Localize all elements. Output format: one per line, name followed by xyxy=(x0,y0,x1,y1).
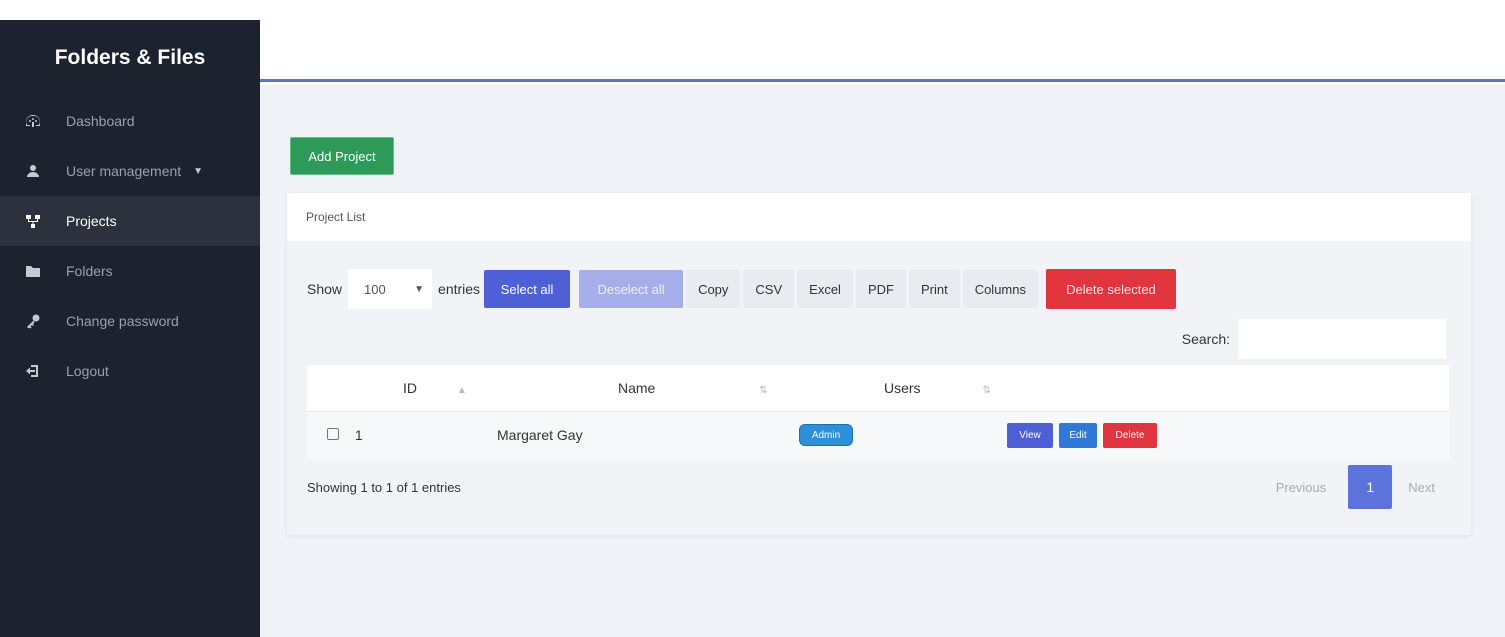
dashboard-icon xyxy=(24,112,42,130)
view-button[interactable]: View xyxy=(1007,422,1053,448)
copy-button[interactable]: Copy xyxy=(686,270,741,308)
sidebar-item-folders[interactable]: Folders xyxy=(0,246,260,296)
pdf-button[interactable]: PDF xyxy=(855,270,906,308)
column-header-name-label: Name xyxy=(618,379,656,396)
select-all-button[interactable]: Select all xyxy=(484,270,571,308)
sidebar: Folders & Files Dashboard User managemen… xyxy=(0,20,260,637)
users-icon xyxy=(24,162,42,180)
row-users: Admin xyxy=(799,410,1019,459)
csv-button[interactable]: CSV xyxy=(743,270,795,308)
sort-icon: ⇅ xyxy=(982,384,991,396)
sidebar-item-logout[interactable]: Logout xyxy=(0,346,260,396)
sidebar-item-dashboard[interactable]: Dashboard xyxy=(0,96,260,146)
actions-column-header xyxy=(1019,365,1449,411)
column-header-users-label: Users xyxy=(884,379,921,396)
show-label: Show xyxy=(307,281,343,297)
row-id: 1 xyxy=(354,427,363,444)
sort-icon: ⇅ xyxy=(759,384,768,396)
sidebar-item-label: Folders xyxy=(66,263,113,279)
sidebar-item-label: Projects xyxy=(66,213,117,229)
column-header-id-label: ID xyxy=(403,379,417,396)
row-select-cell: 1 xyxy=(307,410,403,459)
main-content: Add Project Project List Show 100 ▼ entr… xyxy=(260,85,1505,637)
brand-title: Folders & Files xyxy=(54,46,206,69)
row-actions: View Edit Delete xyxy=(1007,410,1449,459)
columns-button[interactable]: Columns xyxy=(962,270,1038,308)
sidebar-item-user-management[interactable]: User management ▼ xyxy=(0,146,260,196)
table-info: Showing 1 to 1 of 1 entries xyxy=(307,480,461,495)
entries-label: entries xyxy=(438,281,481,297)
chevron-down-icon: ▼ xyxy=(414,283,425,295)
table-toolbar: Show 100 ▼ entries Select all Deselect a… xyxy=(307,269,1176,309)
project-table: ID ▲ Name ⇅ Users ⇅ 1 Margaret Gay Admin… xyxy=(307,365,1449,459)
card-title: Project List xyxy=(287,193,1471,241)
deselect-all-button[interactable]: Deselect all xyxy=(579,270,684,308)
search-input[interactable] xyxy=(1238,319,1446,359)
sidebar-item-projects[interactable]: Projects xyxy=(0,196,260,246)
row-id-spacer xyxy=(403,410,499,459)
search-box: Search: xyxy=(1182,319,1446,359)
column-header-name[interactable]: Name ⇅ xyxy=(499,365,799,411)
select-column-header xyxy=(307,365,403,411)
row-checkbox[interactable] xyxy=(327,428,339,441)
sort-icon: ▲ xyxy=(456,384,467,396)
sidebar-item-label: Dashboard xyxy=(66,113,135,129)
previous-page-link[interactable]: Previous xyxy=(1276,480,1327,495)
sidebar-item-label: User management xyxy=(66,163,182,179)
search-label: Search: xyxy=(1181,331,1230,347)
key-icon xyxy=(24,312,42,330)
table-header-row: ID ▲ Name ⇅ Users ⇅ xyxy=(307,365,1449,411)
logout-icon xyxy=(24,362,42,380)
excel-button[interactable]: Excel xyxy=(797,270,853,308)
next-page-link[interactable]: Next xyxy=(1408,480,1435,495)
entries-length-value: 100 xyxy=(364,281,386,297)
sidebar-item-label: Logout xyxy=(66,363,109,379)
projects-icon xyxy=(24,212,42,230)
user-role-badge: Admin xyxy=(799,424,853,447)
project-list-card: Project List Show 100 ▼ entries Select a… xyxy=(287,193,1471,535)
row-name: Margaret Gay xyxy=(497,410,799,459)
current-page-button[interactable]: 1 xyxy=(1348,465,1393,509)
folder-icon xyxy=(24,262,42,280)
delete-button[interactable]: Delete xyxy=(1103,422,1157,448)
print-button[interactable]: Print xyxy=(908,270,960,308)
chevron-down-icon: ▼ xyxy=(193,165,204,177)
sidebar-item-label: Change password xyxy=(66,313,179,329)
column-header-id[interactable]: ID ▲ xyxy=(403,365,499,411)
delete-selected-button[interactable]: Delete selected xyxy=(1045,269,1176,309)
column-header-users[interactable]: Users ⇅ xyxy=(799,365,1019,411)
top-bar xyxy=(260,0,1505,82)
sidebar-item-change-password[interactable]: Change password xyxy=(0,296,260,346)
entries-length-select[interactable]: 100 ▼ xyxy=(348,269,433,309)
pagination: Previous 1 Next xyxy=(1276,465,1435,509)
add-project-button[interactable]: Add Project xyxy=(290,137,394,175)
table-row: 1 Margaret Gay Admin View Edit Delete xyxy=(307,410,1449,459)
row-name-text: Margaret Gay xyxy=(497,427,583,444)
edit-button[interactable]: Edit xyxy=(1059,422,1097,448)
